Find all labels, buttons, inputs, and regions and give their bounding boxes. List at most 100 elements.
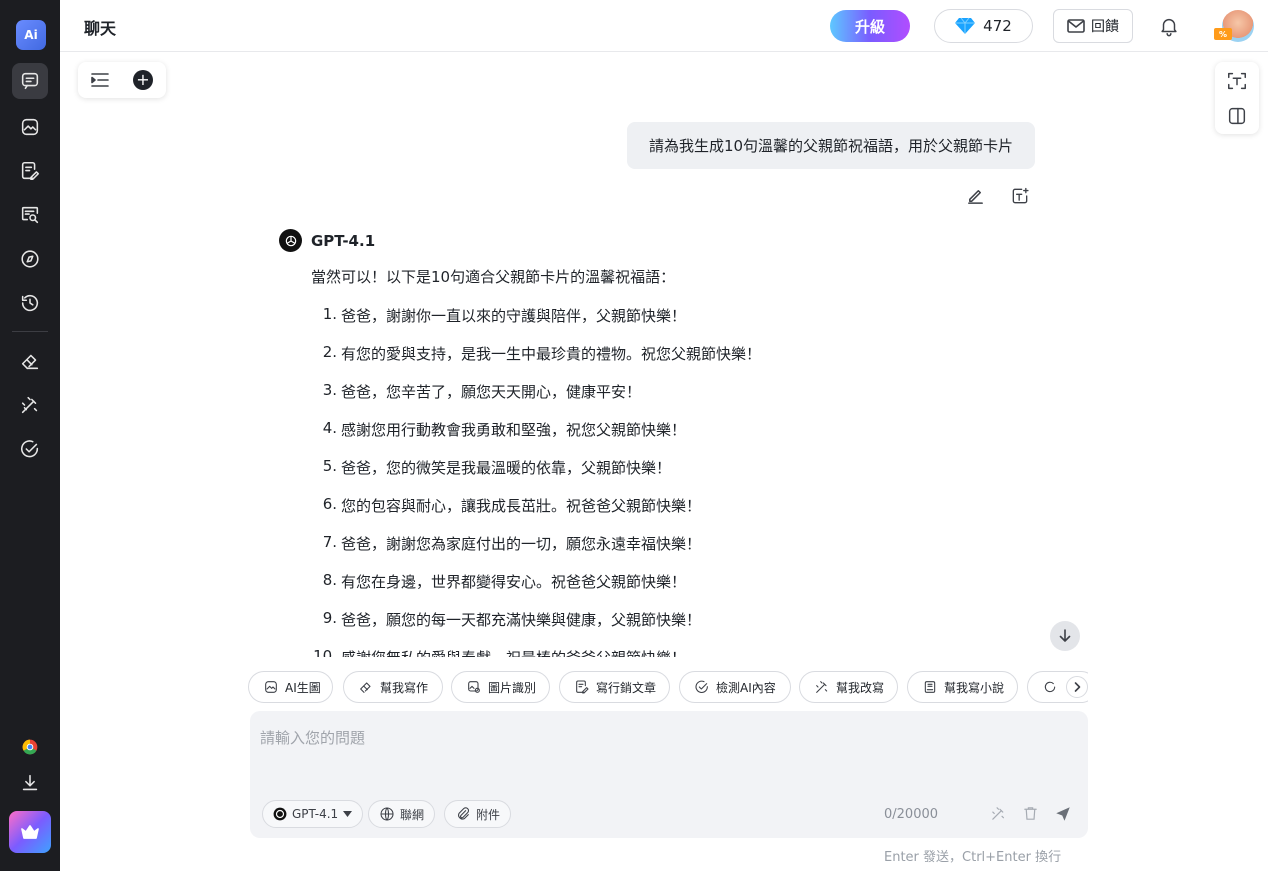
nav-chrome-extension[interactable] <box>12 729 48 765</box>
arrow-down-icon <box>1059 629 1071 642</box>
crown-icon <box>21 825 39 839</box>
list-item: 10.感謝您無私的愛與奉獻，祝最棒的爸爸父親節快樂！ <box>313 647 686 657</box>
eraser-icon <box>360 682 371 693</box>
image-icon <box>21 118 39 136</box>
nav-image[interactable] <box>12 109 48 145</box>
web-search-toggle[interactable]: 聯網 <box>368 800 436 828</box>
compass-icon <box>21 250 39 268</box>
keyboard-hint: Enter 發送，Ctrl+Enter 換行 <box>884 850 1062 865</box>
page-title: 聊天 <box>84 19 117 38</box>
model-name: GPT-4.1 <box>311 231 376 250</box>
ai-message-header: GPT-4.1 <box>279 229 375 252</box>
nav-download[interactable] <box>12 765 48 801</box>
notifications-button[interactable] <box>1158 15 1180 41</box>
indent-list-icon <box>91 73 109 87</box>
send-icon <box>1056 807 1070 821</box>
caret-down-icon <box>343 811 353 817</box>
nav-write[interactable] <box>12 153 48 189</box>
discount-badge: % <box>1214 28 1232 40</box>
openai-icon <box>279 229 302 252</box>
model-select[interactable]: GPT-4.1 <box>262 800 364 828</box>
top-bar: 聊天 升級 472 回饋 % <box>60 0 1268 52</box>
chip-ai-image[interactable]: AI生圖 <box>248 671 333 703</box>
magic-wand-icon <box>21 396 38 414</box>
ai-intro-text: 當然可以！以下是10句適合父親節卡片的溫馨祝福語： <box>311 268 676 286</box>
prompt-enhance-button[interactable] <box>990 805 1007 826</box>
feedback-label: 回饋 <box>1091 19 1119 35</box>
book-icon <box>924 681 936 693</box>
message-input[interactable] <box>260 727 1075 787</box>
ai-blessing-list: 1. 爸爸，謝謝你一直以來的守護與陪伴，父親節快樂！ 2. 有您的愛與支持，是我一生… <box>311 305 1031 657</box>
attach-button[interactable]: 附件 <box>444 800 512 828</box>
list-item: 7. 爸爸，謝謝您為家庭付出的一切，願您永遠幸福快樂！ <box>322 533 702 553</box>
new-chat-button[interactable]: + <box>133 70 153 90</box>
chip-marketing-article[interactable]: 寫行銷文章 <box>559 671 670 703</box>
chip-novel[interactable]: 幫我寫小說 <box>907 671 1018 703</box>
text-scan-icon <box>1228 72 1246 90</box>
bell-icon <box>1161 18 1177 37</box>
chat-tools: + <box>78 62 166 98</box>
gems-count: 472 <box>983 17 1012 35</box>
feedback-button[interactable]: 回饋 <box>1053 9 1133 43</box>
history-icon <box>21 294 39 312</box>
text-select-icon <box>1012 187 1029 204</box>
chip-write[interactable]: 幫我寫作 <box>343 671 443 703</box>
list-item: 1. 爸爸，謝謝你一直以來的守護與陪伴，父親節快樂！ <box>322 305 687 325</box>
gems-balance[interactable]: 472 <box>934 9 1033 43</box>
list-item: 9. 爸爸，願您的每一天都充滿快樂與健康，父親節快樂！ <box>322 609 702 629</box>
left-rail: Ai <box>0 0 60 871</box>
split-view-button[interactable] <box>1226 105 1248 127</box>
trash-icon <box>1024 807 1037 820</box>
nav-chat[interactable] <box>12 63 48 99</box>
list-item: 4. 感謝您用行動教會我勇敢和堅強，祝您父親節快樂！ <box>322 419 687 439</box>
magic-wand-icon <box>816 681 828 693</box>
magic-wand-icon <box>992 807 1005 820</box>
chips-next-button[interactable] <box>1066 676 1088 698</box>
avatar[interactable]: % <box>1214 10 1254 42</box>
globe-icon <box>380 807 394 821</box>
model-select-value: GPT-4.1 <box>292 807 339 821</box>
send-button[interactable] <box>1054 805 1072 827</box>
text-select-button[interactable] <box>1226 70 1248 92</box>
eraser-icon <box>21 354 39 370</box>
nav-erase[interactable] <box>12 343 48 379</box>
text-extract-button[interactable] <box>1010 186 1030 210</box>
edit-message-button[interactable] <box>966 186 985 209</box>
diamond-icon <box>955 17 976 34</box>
user-message: 請為我生成10句溫馨的父親節祝福語，用於父親節卡片 <box>627 122 1035 169</box>
upgrade-button[interactable]: 升級 <box>830 10 910 42</box>
nav-magic[interactable] <box>12 387 48 423</box>
write-icon <box>576 680 589 694</box>
image-search-icon <box>468 681 480 693</box>
chip-image-recognition[interactable]: 圖片識別 <box>451 671 550 703</box>
chip-ai-detection[interactable]: 檢測AI內容 <box>679 671 791 703</box>
scroll-to-bottom-button[interactable] <box>1050 621 1080 651</box>
list-item: 6. 您的包容與耐心，讓我成長茁壯。祝爸爸父親節快樂！ <box>322 495 702 515</box>
chip-rewrite[interactable]: 幫我改寫 <box>799 671 898 703</box>
app-logo[interactable]: Ai <box>16 20 46 50</box>
search-doc-icon <box>21 206 39 224</box>
nav-search-doc[interactable] <box>12 197 48 233</box>
char-counter: 0/20000 <box>884 807 939 822</box>
paperclip-icon <box>458 807 470 820</box>
rail-divider <box>12 331 48 332</box>
check-circle-icon <box>20 440 39 458</box>
clear-button[interactable] <box>1022 805 1039 826</box>
membership-button[interactable] <box>9 811 51 853</box>
toggle-sidebar-button[interactable] <box>90 70 110 94</box>
refresh-icon <box>1044 681 1056 693</box>
plus-icon: + <box>136 70 150 89</box>
image-icon <box>265 681 277 693</box>
list-item: 3. 爸爸，您辛苦了，願您天天開心，健康平安！ <box>322 381 642 401</box>
download-icon <box>22 774 38 791</box>
nav-history[interactable] <box>12 285 48 321</box>
chat-icon <box>21 72 39 90</box>
quick-actions: AI生圖 幫我寫作 圖片識別 寫行銷文章 檢測AI內容 幫我改寫 幫我寫小說 <box>248 671 1088 703</box>
check-circle-icon <box>695 680 708 693</box>
nav-check[interactable] <box>12 431 48 467</box>
composer: GPT-4.1 聯網 附件 0/20000 <box>250 711 1088 838</box>
chrome-icon <box>22 739 38 755</box>
chevron-right-icon <box>1074 682 1081 692</box>
openai-icon <box>273 807 287 821</box>
nav-explore[interactable] <box>12 241 48 277</box>
